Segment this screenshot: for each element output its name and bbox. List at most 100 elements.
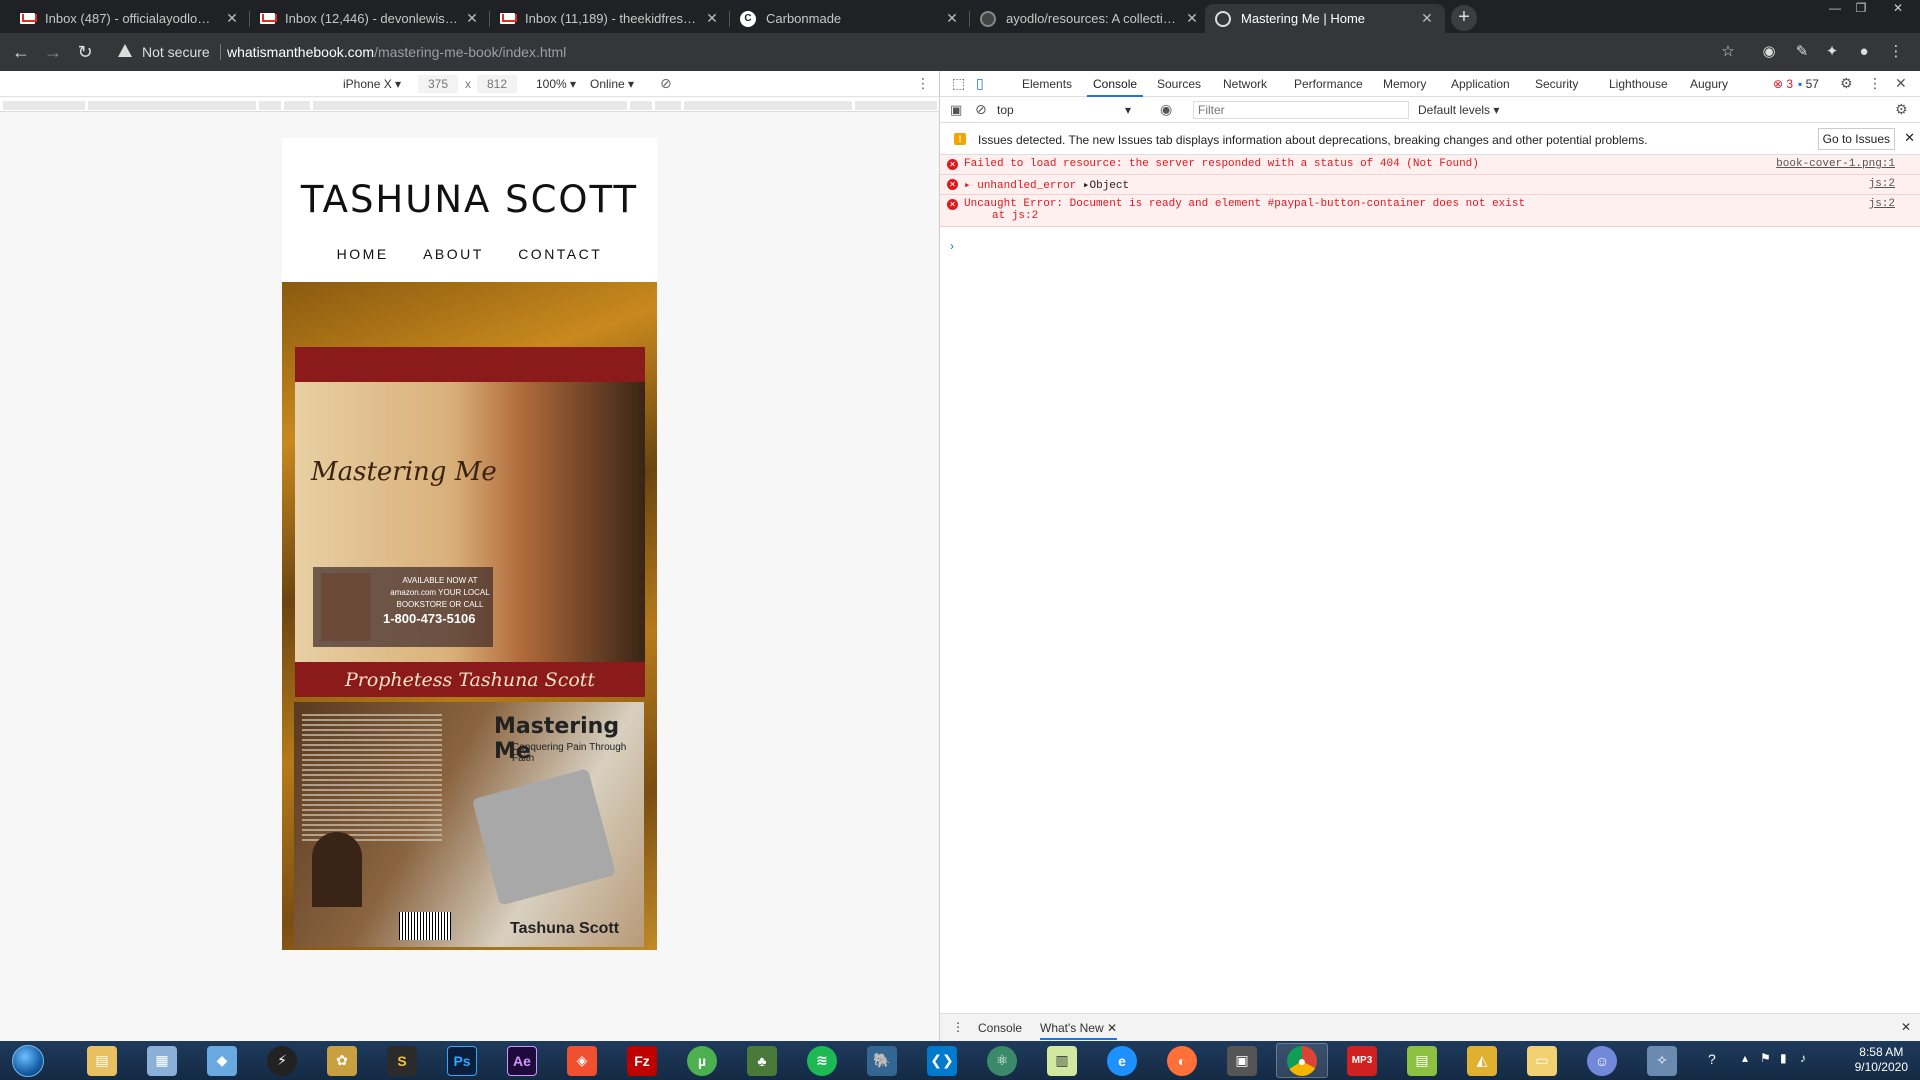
- flag-icon[interactable]: ⚑: [1760, 1051, 1771, 1065]
- taskbar-app[interactable]: MP3: [1336, 1043, 1388, 1078]
- start-button[interactable]: [4, 1041, 52, 1080]
- taskbar-app[interactable]: ▦: [136, 1043, 188, 1078]
- height-input[interactable]: [477, 75, 517, 93]
- network-select[interactable]: Online ▾: [590, 77, 634, 91]
- rotate-icon[interactable]: ⊘: [660, 75, 672, 92]
- console-prompt[interactable]: ›: [950, 239, 954, 253]
- taskbar-app[interactable]: µ: [676, 1043, 728, 1078]
- console-error-row[interactable]: ✕ ▸ unhandled_error ▸Object js:2: [940, 175, 1920, 195]
- source-link[interactable]: js:2: [1869, 178, 1895, 190]
- taskbar-app[interactable]: ◈: [556, 1043, 608, 1078]
- message-count-badge[interactable]: ▪ 57: [1798, 77, 1819, 91]
- nav-home-link[interactable]: HOME: [337, 246, 389, 262]
- levels-select[interactable]: Default levels ▾: [1418, 103, 1499, 117]
- taskbar-app[interactable]: ⚡: [256, 1043, 308, 1078]
- tab-sources[interactable]: Sources: [1157, 77, 1201, 91]
- extension-circle-icon[interactable]: ◉: [1759, 42, 1779, 62]
- help-icon[interactable]: ?: [1708, 1051, 1716, 1067]
- url-text[interactable]: whatismanthebook.com/mastering-me-book/i…: [227, 44, 566, 60]
- tab-lighthouse[interactable]: Lighthouse: [1609, 77, 1668, 91]
- address-bar[interactable]: Not secure whatismanthebook.com/masterin…: [108, 38, 1738, 66]
- taskbar-app[interactable]: Ps: [436, 1043, 488, 1078]
- source-link[interactable]: book-cover-1.png:1: [1776, 158, 1895, 170]
- tab-console[interactable]: Console: [1086, 77, 1144, 97]
- close-drawer-icon[interactable]: ✕: [1901, 1020, 1911, 1034]
- tab-augury[interactable]: Augury: [1690, 77, 1728, 91]
- close-tab-icon[interactable]: ✕: [464, 10, 480, 27]
- taskbar-app[interactable]: ☺: [1576, 1043, 1628, 1078]
- browser-tab[interactable]: Inbox (12,446) - devonlewis808@ ✕: [250, 4, 490, 33]
- width-input[interactable]: [418, 75, 458, 93]
- close-icon[interactable]: ✕: [1895, 75, 1907, 92]
- taskbar-app[interactable]: e: [1096, 1043, 1148, 1078]
- source-link[interactable]: js:2: [1869, 198, 1895, 210]
- network-icon[interactable]: ▮: [1780, 1051, 1787, 1065]
- show-hidden-icons[interactable]: ▴: [1742, 1051, 1748, 1065]
- browser-tab[interactable]: Inbox (11,189) - theekidfresco@g ✕: [490, 4, 730, 33]
- taskbar-app[interactable]: ▥: [1036, 1043, 1088, 1078]
- tab-memory[interactable]: Memory: [1383, 77, 1426, 91]
- eye-icon[interactable]: ◉: [1160, 101, 1172, 118]
- close-banner-icon[interactable]: ✕: [1904, 130, 1915, 146]
- tab-network[interactable]: Network: [1223, 77, 1267, 91]
- sidebar-toggle-icon[interactable]: ▣: [950, 102, 962, 118]
- console-error-row[interactable]: ✕ Failed to load resource: the server re…: [940, 155, 1920, 175]
- puzzle-icon[interactable]: ✦: [1822, 42, 1842, 62]
- system-clock[interactable]: 8:58 AM 9/10/2020: [1855, 1045, 1908, 1075]
- go-to-issues-button[interactable]: Go to Issues: [1817, 128, 1895, 150]
- drawer-tab-console[interactable]: Console: [978, 1021, 1022, 1035]
- taskbar-app[interactable]: 🐘: [856, 1043, 908, 1078]
- console-settings-icon[interactable]: ⚙: [1895, 101, 1908, 118]
- taskbar-app[interactable]: ◭: [1456, 1043, 1508, 1078]
- minimize-button[interactable]: —: [1822, 0, 1848, 18]
- close-tab-icon[interactable]: ✕: [1419, 10, 1435, 27]
- restore-button[interactable]: ❐: [1848, 0, 1874, 18]
- back-arrow-icon[interactable]: ←: [10, 41, 32, 63]
- close-tab-icon[interactable]: ✕: [944, 10, 960, 27]
- browser-tab[interactable]: ayodlo/resources: A collection of ✕: [970, 4, 1210, 33]
- taskbar-app[interactable]: Fz: [616, 1043, 668, 1078]
- context-select[interactable]: top ▾: [997, 103, 1131, 117]
- inspect-icon[interactable]: ⬚: [952, 75, 965, 92]
- media-query-bar[interactable]: [0, 98, 939, 112]
- taskbar-app[interactable]: ✿: [316, 1043, 368, 1078]
- drawer-menu-icon[interactable]: ⋮: [952, 1020, 964, 1034]
- avatar[interactable]: ●: [1854, 42, 1874, 62]
- clear-console-icon[interactable]: ⊘: [975, 101, 987, 118]
- device-toggle-icon[interactable]: ▯: [976, 75, 984, 92]
- forward-arrow-icon[interactable]: →: [42, 41, 64, 63]
- tab-security[interactable]: Security: [1535, 77, 1578, 91]
- gear-icon[interactable]: ⚙: [1840, 75, 1853, 92]
- nav-about-link[interactable]: ABOUT: [423, 246, 484, 262]
- filter-input[interactable]: [1193, 101, 1409, 119]
- close-tab-icon[interactable]: ✕: [224, 10, 240, 27]
- reload-icon[interactable]: ↻: [74, 41, 96, 63]
- drawer-tab-whats-new[interactable]: What's New ✕: [1040, 1021, 1118, 1040]
- taskbar-app[interactable]: ❮❯: [916, 1043, 968, 1078]
- taskbar-app[interactable]: ♣: [736, 1043, 788, 1078]
- tab-performance[interactable]: Performance: [1294, 77, 1363, 91]
- taskbar-app-chrome[interactable]: ●: [1276, 1043, 1328, 1078]
- menu-icon[interactable]: ⋮: [1886, 42, 1906, 62]
- not-secure-label[interactable]: Not secure: [142, 44, 210, 60]
- browser-tab-active[interactable]: Mastering Me | Home ✕: [1205, 4, 1445, 33]
- kebab-menu-icon[interactable]: ⋮: [1868, 75, 1882, 92]
- tab-elements[interactable]: Elements: [1022, 77, 1072, 91]
- taskbar-app[interactable]: ✧: [1636, 1043, 1688, 1078]
- taskbar-app[interactable]: ▣: [1216, 1043, 1268, 1078]
- taskbar-app[interactable]: ⚛: [976, 1043, 1028, 1078]
- new-tab-button[interactable]: +: [1451, 5, 1477, 31]
- extension-pen-icon[interactable]: ✎: [1792, 42, 1812, 62]
- nav-contact-link[interactable]: CONTACT: [518, 246, 602, 262]
- zoom-select[interactable]: 100% ▾: [536, 77, 576, 91]
- taskbar-app[interactable]: Ae: [496, 1043, 548, 1078]
- taskbar-app[interactable]: ▭: [1516, 1043, 1568, 1078]
- taskbar-app[interactable]: S: [376, 1043, 428, 1078]
- window-close-button[interactable]: ✕: [1880, 0, 1916, 18]
- star-icon[interactable]: ☆: [1718, 42, 1738, 62]
- error-count-badge[interactable]: ⊗ 3: [1773, 77, 1793, 91]
- taskbar-app[interactable]: ▤: [76, 1043, 128, 1078]
- browser-tab[interactable]: Inbox (487) - officialayodlo@gm ✕: [10, 4, 250, 33]
- close-tab-icon[interactable]: ✕: [704, 10, 720, 27]
- volume-icon[interactable]: ♪: [1800, 1051, 1806, 1065]
